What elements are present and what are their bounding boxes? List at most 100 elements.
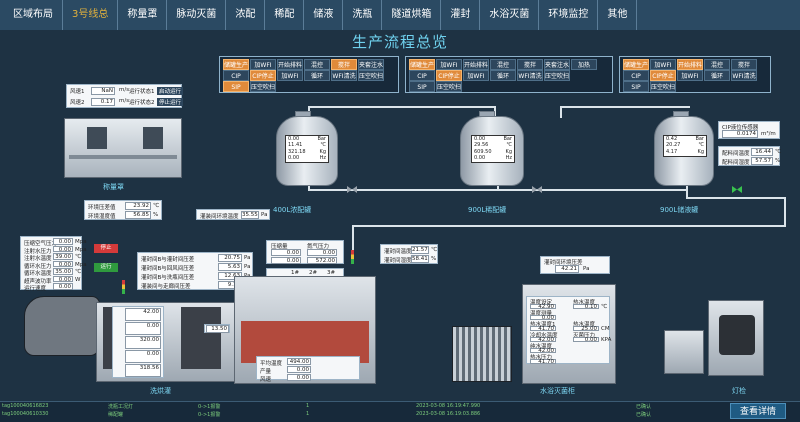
nav-tab-2[interactable]: 称量罩: [118, 0, 168, 30]
process-button[interactable]: 加WFI: [277, 70, 303, 81]
washer-panel: 压缩空气压力 0.00 Mpa 注射水压力 0.00 Mpa 注射水温度 39.00 ℃ 循环水压…: [20, 236, 87, 292]
nav-tab-1[interactable]: 3号线总: [63, 0, 119, 30]
nav-tab-10[interactable]: 水浴灭菌: [480, 0, 540, 30]
process-button[interactable]: 储罐生产: [623, 59, 649, 70]
process-button[interactable]: 循环: [704, 70, 730, 81]
process-button[interactable]: 加WFI: [463, 70, 489, 81]
log-row[interactable]: tag100040610330 稀配罐 0->1报警 1 2023-03-08 16:1…: [0, 411, 800, 419]
filler-value: 0.00: [307, 249, 337, 256]
process-button[interactable]: 循环: [490, 70, 516, 81]
process-button[interactable]: 压空吹扫: [650, 81, 676, 92]
panel-label: 风速: [260, 377, 272, 383]
panel-value: 39.00: [53, 253, 73, 260]
nav-tab-7[interactable]: 洗瓶: [343, 0, 383, 30]
process-button[interactable]: SIP: [223, 81, 249, 92]
filler-value: 0.00: [271, 249, 301, 256]
log-cell: 0->1报警: [198, 412, 221, 418]
weigh-status: 运行状态1: [129, 89, 155, 95]
signal-light: [122, 280, 125, 294]
process-button[interactable]: SIP: [409, 81, 435, 92]
view-detail-button[interactable]: 查看详情: [730, 403, 786, 419]
process-button[interactable]: 加WFI: [650, 59, 676, 70]
nav-tab-0[interactable]: 区域布局: [4, 0, 63, 30]
sterilizer-cart: [452, 326, 512, 382]
nav-tab-3[interactable]: 脉动灭菌: [167, 0, 227, 30]
process-button[interactable]: WFI清洗: [331, 70, 357, 81]
top-nav: 区域布局 3号线总 称量罩 脉动灭菌 浓配 稀配 储液 洗瓶 隧道烘箱 灌封 水浴灭菌 环境监控 其他: [0, 0, 800, 30]
stop-button[interactable]: 停止: [94, 244, 118, 253]
nav-tab-9[interactable]: 灌封: [441, 0, 481, 30]
process-button[interactable]: 开始排料: [677, 59, 703, 70]
valve-open-icon[interactable]: [732, 186, 742, 193]
process-button[interactable]: 混控: [304, 59, 330, 70]
nav-tab-4[interactable]: 浓配: [226, 0, 266, 30]
panel-value: 21.57: [411, 246, 429, 254]
panel-value: 58.41: [411, 255, 429, 263]
process-button[interactable]: 储罐生产: [223, 59, 249, 70]
process-button[interactable]: 加热: [571, 59, 597, 70]
tank-900l-dilute[interactable]: 0.00 Bar 29.56 ℃ 609.50 Kg 0.00 Hz: [460, 111, 524, 186]
tank3-value: 57.57: [751, 157, 773, 165]
process-button[interactable]: 压空吹扫: [358, 70, 384, 81]
inspect-machine[interactable]: [708, 300, 764, 376]
log-cell: 2023-03-08 16:19:03.886: [416, 411, 481, 417]
tank-900l-storage[interactable]: 0.42 Bar 20.27 ℃ 4.17 Kg: [654, 111, 714, 186]
panel-value: 320.00: [125, 336, 161, 349]
nav-tab-11[interactable]: 环境监控: [539, 0, 599, 30]
nav-tab-12[interactable]: 其他: [598, 0, 638, 30]
tank3-value: 16.44: [751, 148, 773, 156]
process-button[interactable]: 储罐生产: [409, 59, 435, 70]
process-button[interactable]: 夹套注水: [358, 59, 384, 70]
nav-tab-8[interactable]: 隧道烘箱: [382, 0, 442, 30]
process-button[interactable]: 搅拌: [331, 59, 357, 70]
process-button[interactable]: CIP: [409, 70, 435, 81]
process-button[interactable]: 开始排料: [277, 59, 303, 70]
nav-tab-6[interactable]: 储液: [304, 0, 344, 30]
run-button[interactable]: 运行: [94, 263, 118, 272]
weigh-btn[interactable]: 启动运行: [157, 87, 184, 95]
tank-value: 4.17: [666, 148, 678, 155]
process-button[interactable]: 压空吹扫: [436, 81, 462, 92]
process-button[interactable]: 开始排料: [463, 59, 489, 70]
tank-unit: Hz: [505, 154, 512, 161]
valve-icon[interactable]: [347, 186, 357, 193]
process-button[interactable]: 压空吹扫: [250, 81, 276, 92]
panel-value: 0.00: [53, 275, 73, 283]
washer-infeed: [24, 296, 100, 356]
process-button[interactable]: 混控: [490, 59, 516, 70]
log-row[interactable]: tag100040616823 洗瓶工况灯 0->1报警 1 2023-03-08 16…: [0, 403, 800, 411]
process-button[interactable]: WFI清洗: [731, 70, 757, 81]
panel-label: 灌封间湿度: [384, 258, 412, 264]
panel-unit: ℃: [431, 247, 438, 253]
filler-bottom-panel: 平均温度 494.00 产量 0.00 风速 0.00: [256, 356, 360, 383]
process-button[interactable]: CIP停止: [650, 70, 676, 81]
process-button[interactable]: 夹套注水: [544, 59, 570, 70]
panel-unit: W: [75, 276, 81, 283]
weigh-label: 风速2: [70, 100, 85, 106]
sterilizer-caption: 水浴灭菌柜: [540, 387, 575, 395]
process-button[interactable]: CIP: [623, 70, 649, 81]
process-button[interactable]: SIP: [623, 81, 649, 92]
process-button[interactable]: 搅拌: [517, 59, 543, 70]
process-button[interactable]: 搅拌: [731, 59, 757, 70]
weigh-btn[interactable]: 停止运行: [157, 98, 184, 106]
process-button[interactable]: 循环: [304, 70, 330, 81]
tank-400l[interactable]: 0.00 Bar 11.41 ℃ 321.18 Kg 0.00 Hz: [276, 111, 338, 186]
weigh-value: 0.17: [91, 98, 115, 106]
valve-icon[interactable]: [532, 186, 542, 193]
process-button[interactable]: 混控: [704, 59, 730, 70]
signal-light: [351, 250, 354, 264]
process-button[interactable]: 加WFI: [250, 59, 276, 70]
process-button[interactable]: 加WFI: [436, 59, 462, 70]
process-button[interactable]: CIP停止: [250, 70, 276, 81]
process-button[interactable]: CIP停止: [436, 70, 462, 81]
process-button[interactable]: 加WFI: [677, 70, 703, 81]
sterilizer-v2: 0.10: [573, 304, 599, 310]
log-cell: 1: [306, 403, 310, 409]
nav-tab-5[interactable]: 稀配: [265, 0, 305, 30]
process-button[interactable]: 压空吹扫: [544, 70, 570, 81]
tank3-label: 配料间温度: [722, 151, 750, 157]
tank-unit: Hz: [319, 154, 326, 161]
process-button[interactable]: WFI清洗: [517, 70, 543, 81]
process-button[interactable]: CIP: [223, 70, 249, 81]
